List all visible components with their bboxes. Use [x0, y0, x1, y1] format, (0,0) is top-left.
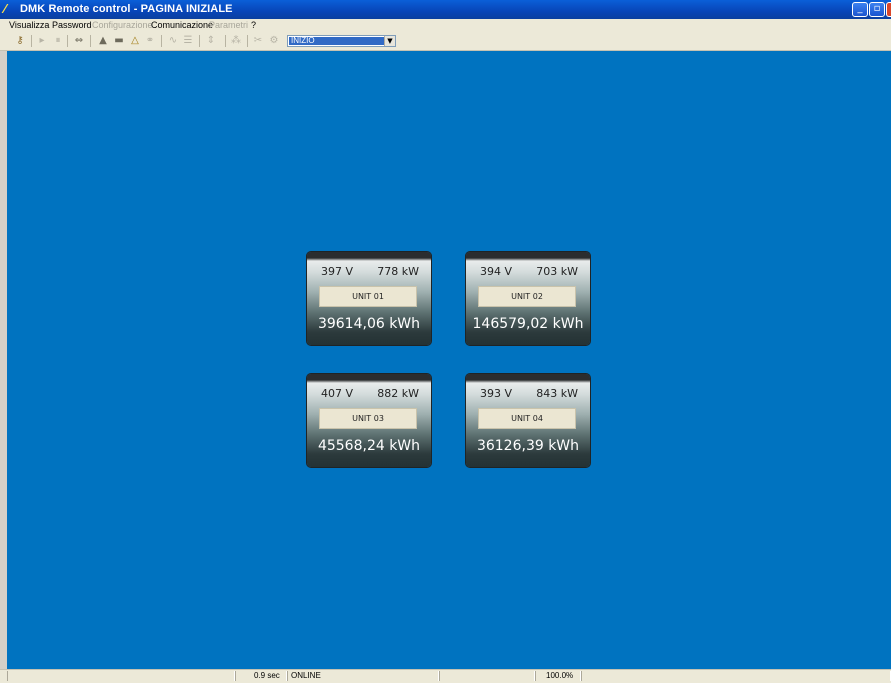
link-icon[interactable]: ⚭	[143, 34, 157, 48]
menu-help[interactable]: ?	[251, 20, 256, 30]
play-icon[interactable]: ▸	[35, 34, 49, 48]
list-icon[interactable]: ☰	[181, 34, 195, 48]
unit-energy: 36126,39 kWh	[476, 438, 580, 454]
unit-01-button[interactable]: UNIT 01	[319, 286, 417, 307]
unit-power: 843 kW	[536, 387, 578, 400]
menu-password[interactable]: Password	[52, 20, 92, 30]
print-icon[interactable]: ▲	[96, 34, 110, 48]
tools-icon[interactable]: ✂	[251, 34, 265, 48]
maximize-button[interactable]: ▫	[869, 2, 885, 17]
unit-power: 778 kW	[377, 265, 419, 278]
unit-energy: 45568,24 kWh	[317, 438, 421, 454]
toolbar-separator	[199, 35, 200, 47]
unit-voltage: 394 V	[480, 265, 513, 278]
toolbar-separator	[161, 35, 162, 47]
unit-power: 882 kW	[377, 387, 419, 400]
unit-03-button[interactable]: UNIT 03	[319, 408, 417, 429]
toolbar-separator	[31, 35, 32, 47]
unit-voltage: 397 V	[321, 265, 354, 278]
page-select-value: INIZIO	[289, 37, 386, 45]
alarm-icon[interactable]: △	[128, 34, 142, 48]
network-icon[interactable]: ⁂	[229, 34, 243, 48]
unit-card: 397 V 778 kW UNIT 01 39614,06 kWh	[307, 252, 431, 345]
minimize-button[interactable]: _	[852, 2, 868, 17]
menu-visualizza[interactable]: Visualizza	[9, 20, 49, 30]
toolbar-separator	[247, 35, 248, 47]
status-cell-empty	[581, 671, 891, 681]
status-bar: 0.9 sec ONLINE 100.0%	[0, 669, 891, 683]
unit-02-button[interactable]: UNIT 02	[478, 286, 576, 307]
status-cell-empty	[439, 671, 535, 681]
page-select[interactable]: INIZIO ▼	[287, 35, 396, 47]
status-cell-empty	[7, 671, 235, 681]
app-icon: ⁄	[4, 2, 7, 16]
key-icon[interactable]: ⚷	[13, 34, 27, 48]
window-title: DMK Remote control - PAGINA INIZIALE	[20, 3, 233, 15]
title-bar[interactable]: ⁄ DMK Remote control - PAGINA INIZIALE _…	[0, 0, 891, 19]
menu-bar: Visualizza Password Configurazione Comun…	[0, 19, 891, 32]
unit-energy: 146579,02 kWh	[472, 316, 584, 332]
unit-energy: 39614,06 kWh	[317, 316, 421, 332]
unit-card: 394 V 703 kW UNIT 02 146579,02 kWh	[466, 252, 590, 345]
close-button[interactable]	[886, 2, 891, 17]
main-panel: 397 V 778 kW UNIT 01 39614,06 kWh 394 V …	[7, 51, 891, 669]
chevron-down-icon[interactable]: ▼	[384, 36, 395, 46]
toolbar: ⚷ ▸ ⏸ ⇔ ▲ ▬ △ ⚭ ∿ ☰ ⇕ ⁂ ✂ ⚙ INIZIO ▼	[0, 32, 891, 51]
unit-power: 703 kW	[536, 265, 578, 278]
unit-card: 407 V 882 kW UNIT 03 45568,24 kWh	[307, 374, 431, 467]
status-connection: ONLINE	[287, 671, 439, 681]
unit-04-button[interactable]: UNIT 04	[478, 408, 576, 429]
toolbar-separator	[225, 35, 226, 47]
status-zoom: 100.0%	[535, 671, 581, 681]
unit-card: 393 V 843 kW UNIT 04 36126,39 kWh	[466, 374, 590, 467]
unit-voltage: 393 V	[480, 387, 513, 400]
counter-icon[interactable]: ⇕	[204, 34, 218, 48]
toolbar-separator	[90, 35, 91, 47]
menu-parametri[interactable]: Parametri	[209, 20, 248, 30]
pause-icon[interactable]: ⏸	[51, 34, 65, 48]
mail-icon[interactable]: ▬	[112, 34, 126, 48]
connect-icon[interactable]: ⇔	[72, 34, 86, 48]
toolbar-separator	[67, 35, 68, 47]
settings-icon[interactable]: ⚙	[267, 34, 281, 48]
unit-voltage: 407 V	[321, 387, 354, 400]
menu-comunicazione[interactable]: Comunicazione	[151, 20, 213, 30]
menu-configurazione[interactable]: Configurazione	[92, 20, 153, 30]
wave-icon[interactable]: ∿	[166, 34, 180, 48]
status-cycle-time: 0.9 sec	[235, 671, 287, 681]
